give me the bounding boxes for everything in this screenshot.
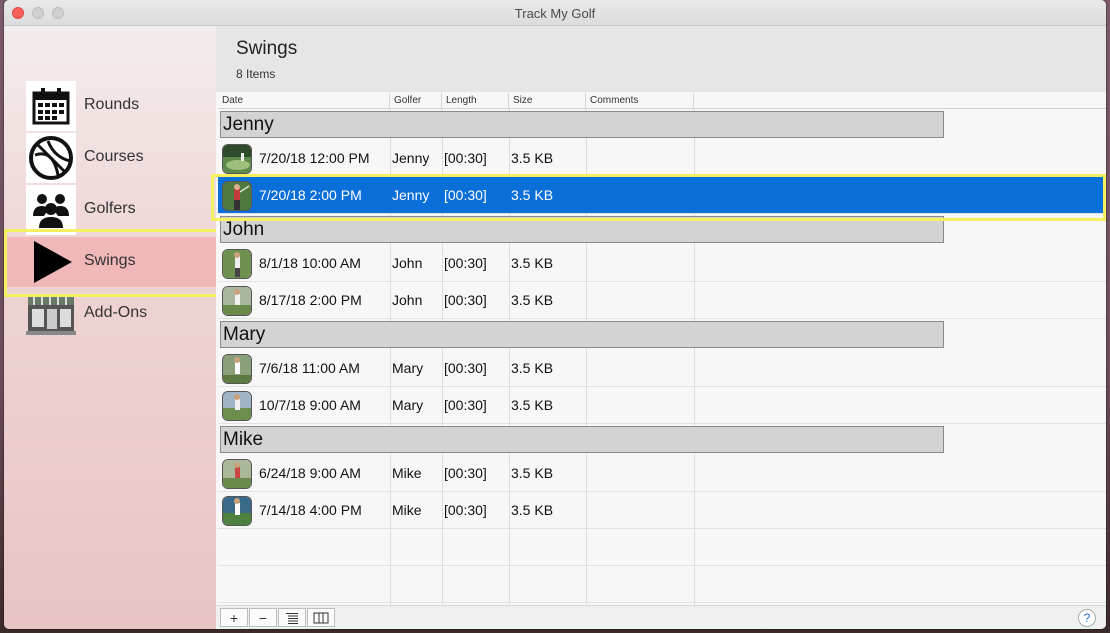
golfer-cell: Jenny xyxy=(392,150,430,166)
globe-icon xyxy=(26,133,76,183)
table-row[interactable]: 7/6/18 11:00 AM Mary [00:30] 3.5 KB xyxy=(218,350,1106,387)
golfer-cell: Mary xyxy=(392,360,424,376)
app-window: Track My Golf Rounds Courses Golfers Swi… xyxy=(4,0,1106,629)
sidebar-item-label: Rounds xyxy=(84,96,140,113)
swing-thumbnail-icon xyxy=(222,249,252,279)
golfer-cell: Mary xyxy=(392,397,424,413)
window-title: Track My Golf xyxy=(514,6,596,21)
length-cell: [00:30] xyxy=(444,360,487,376)
table-row[interactable]: 6/24/18 9:00 AM Mike [00:30] 3.5 KB xyxy=(218,455,1106,492)
size-cell: 3.5 KB xyxy=(511,255,554,271)
sidebar: Rounds Courses Golfers Swings Add-Ons xyxy=(4,26,216,629)
size-cell: 3.5 KB xyxy=(511,187,554,203)
date-cell: 7/20/18 12:00 PM xyxy=(259,150,370,166)
page-title: Swings xyxy=(236,38,298,59)
group-header-jenny: Jenny xyxy=(220,111,944,138)
column-header-comments[interactable]: Comments xyxy=(586,93,694,109)
columns-icon xyxy=(313,612,329,623)
swing-thumbnail-icon xyxy=(222,181,252,211)
group-header-mary: Mary xyxy=(220,321,944,348)
column-header-length[interactable]: Length xyxy=(442,93,509,109)
size-cell: 3.5 KB xyxy=(511,150,554,166)
sidebar-item-label: Courses xyxy=(84,148,144,165)
sidebar-item-label: Swings xyxy=(84,252,136,269)
item-count: 8 Items xyxy=(236,67,276,81)
bottom-toolbar: + − ? xyxy=(216,605,1106,629)
size-cell: 3.5 KB xyxy=(511,292,554,308)
group-header-john: John xyxy=(220,216,944,243)
store-icon xyxy=(26,289,76,339)
date-cell: 6/24/18 9:00 AM xyxy=(259,465,361,481)
column-header-size[interactable]: Size xyxy=(509,93,586,109)
swing-thumbnail-icon xyxy=(222,354,252,384)
date-cell: 8/1/18 10:00 AM xyxy=(259,255,361,271)
table-header-row: Date Golfer Length Size Comments xyxy=(218,93,1106,109)
size-cell: 3.5 KB xyxy=(511,360,554,376)
swing-thumbnail-icon xyxy=(222,391,252,421)
swing-thumbnail-icon xyxy=(222,496,252,526)
main-content: Swings 8 Items Date Golfer Length Size C… xyxy=(216,26,1106,629)
column-header-golfer[interactable]: Golfer xyxy=(390,93,442,109)
list-icon xyxy=(286,612,298,624)
date-cell: 7/6/18 11:00 AM xyxy=(259,360,360,376)
length-cell: [00:30] xyxy=(444,255,487,271)
sidebar-item-add-ons[interactable]: Add-Ons xyxy=(4,289,216,339)
add-button[interactable]: + xyxy=(220,608,248,627)
date-cell: 10/7/18 9:00 AM xyxy=(259,397,361,413)
columns-view-button[interactable] xyxy=(307,608,335,627)
table-row[interactable]: 10/7/18 9:00 AM Mary [00:30] 3.5 KB xyxy=(218,387,1106,424)
table-row[interactable]: 8/17/18 2:00 PM John [00:30] 3.5 KB xyxy=(218,282,1106,319)
golfer-cell: Mike xyxy=(392,465,422,481)
table-row-selected[interactable]: 7/20/18 2:00 PM Jenny [00:30] 3.5 KB xyxy=(218,177,1106,214)
golfer-cell: Mike xyxy=(392,502,422,518)
sidebar-item-swings[interactable]: Swings xyxy=(4,237,216,287)
length-cell: [00:30] xyxy=(444,187,487,203)
size-cell: 3.5 KB xyxy=(511,465,554,481)
golfer-cell: John xyxy=(392,255,423,271)
group-header-mike: Mike xyxy=(220,426,944,453)
length-cell: [00:30] xyxy=(444,292,487,308)
swing-thumbnail-icon xyxy=(222,459,252,489)
date-cell: 7/14/18 4:00 PM xyxy=(259,502,362,518)
golfer-cell: Jenny xyxy=(392,187,430,203)
list-header: Swings 8 Items xyxy=(216,26,1106,92)
swing-thumbnail-icon xyxy=(222,286,252,316)
sidebar-item-label: Golfers xyxy=(84,200,136,217)
list-view-button[interactable] xyxy=(278,608,306,627)
title-bar: Track My Golf xyxy=(4,0,1106,26)
play-icon xyxy=(26,237,76,287)
remove-button[interactable]: − xyxy=(249,608,277,627)
length-cell: [00:30] xyxy=(444,465,487,481)
table-row[interactable]: 8/1/18 10:00 AM John [00:30] 3.5 KB xyxy=(218,245,1106,282)
sidebar-item-courses[interactable]: Courses xyxy=(4,133,216,183)
length-cell: [00:30] xyxy=(444,397,487,413)
date-cell: 8/17/18 2:00 PM xyxy=(259,292,362,308)
size-cell: 3.5 KB xyxy=(511,502,554,518)
sidebar-item-label: Add-Ons xyxy=(84,304,148,321)
sidebar-item-golfers[interactable]: Golfers xyxy=(4,185,216,235)
help-button[interactable]: ? xyxy=(1078,609,1096,627)
length-cell: [00:30] xyxy=(444,502,487,518)
table-row[interactable]: 7/14/18 4:00 PM Mike [00:30] 3.5 KB xyxy=(218,492,1106,529)
length-cell: [00:30] xyxy=(444,150,487,166)
calendar-icon xyxy=(26,81,76,131)
swings-table: Date Golfer Length Size Comments Jenny 7… xyxy=(218,93,1106,605)
empty-row xyxy=(218,529,1106,566)
date-cell: 7/20/18 2:00 PM xyxy=(259,187,362,203)
golfer-cell: John xyxy=(392,292,423,308)
column-header-date[interactable]: Date xyxy=(218,93,390,109)
table-row[interactable]: 7/20/18 12:00 PM Jenny [00:30] 3.5 KB xyxy=(218,140,1106,177)
empty-row xyxy=(218,566,1106,603)
group-icon xyxy=(26,185,76,235)
size-cell: 3.5 KB xyxy=(511,397,554,413)
sidebar-item-rounds[interactable]: Rounds xyxy=(4,81,216,131)
swing-thumbnail-icon xyxy=(222,144,252,174)
